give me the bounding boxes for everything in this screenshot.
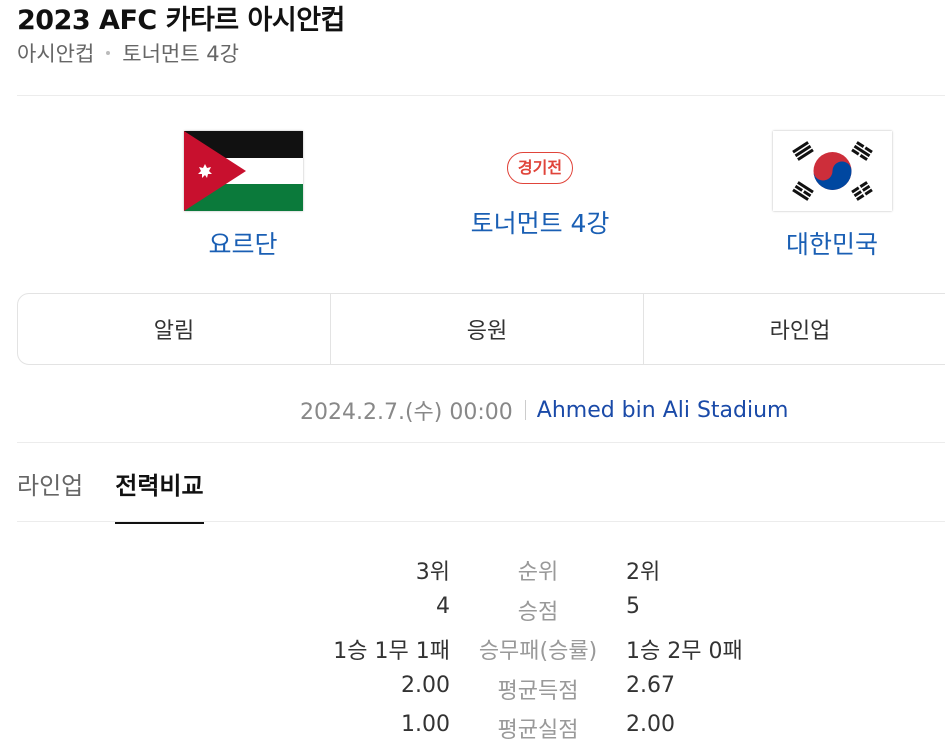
- round-link[interactable]: 토너먼트 4강: [420, 204, 660, 240]
- action-bar: 알림 응원 라인업: [17, 293, 945, 365]
- venue-link[interactable]: Ahmed bin Ali Stadium: [537, 398, 789, 423]
- status-badge: 경기전: [506, 152, 574, 184]
- tab-comparison[interactable]: 전력비교: [115, 466, 204, 524]
- match-center: 경기전 토너먼트 4강: [420, 152, 660, 240]
- away-team[interactable]: 대한민국: [772, 131, 892, 261]
- away-stat-value: 5: [626, 593, 640, 619]
- south-korea-flag-icon: [772, 131, 892, 211]
- stats-table: 3위 순위 2위 4 승점 5 1승 1무 1패 승무패(승률) 1승 2무 0…: [0, 550, 945, 748]
- away-stat-value: 1승 2무 0패: [626, 639, 743, 664]
- away-team-name[interactable]: 대한민국: [772, 225, 892, 261]
- home-stat-value: 4: [436, 593, 450, 619]
- stat-label: 승점: [517, 599, 559, 625]
- home-team[interactable]: 요르단: [183, 131, 303, 261]
- home-stat-value: 2.00: [401, 672, 450, 698]
- home-stat-value: 1승 1무 1패: [333, 639, 450, 664]
- stat-row-avg-goals: 2.00 평균득점 2.67: [0, 669, 945, 709]
- info-divider: [524, 400, 526, 420]
- header-divider: [17, 95, 945, 96]
- stat-label: 평균실점: [497, 718, 579, 743]
- away-stat-value: 2위: [626, 560, 661, 585]
- page-title: 2023 AFC 카타르 아시안컵: [17, 5, 345, 36]
- info-divider-line: [17, 442, 945, 443]
- stat-row-points: 4 승점 5: [0, 590, 945, 630]
- breadcrumb-competition[interactable]: 아시안컵: [17, 38, 94, 68]
- stat-label: 순위: [517, 560, 559, 585]
- alarm-button[interactable]: 알림: [18, 294, 330, 364]
- breadcrumb: 아시안컵 토너먼트 4강: [17, 38, 239, 68]
- home-team-name[interactable]: 요르단: [183, 225, 303, 261]
- tab-divider: [17, 521, 945, 522]
- stat-row-record: 1승 1무 1패 승무패(승률) 1승 2무 0패: [0, 629, 945, 669]
- stat-label: 평균득점: [497, 678, 579, 704]
- stat-label: 승무패(승률): [478, 639, 598, 664]
- stat-row-rank: 3위 순위 2위: [0, 550, 945, 590]
- match-datetime: 2024.2.7.(수) 00:00: [300, 400, 513, 425]
- away-stat-value: 2.67: [626, 672, 675, 698]
- tab-bar: 라인업 전력비교: [17, 466, 236, 524]
- home-stat-value: 1.00: [401, 712, 450, 737]
- match-info: 2024.2.7.(수) 00:00 Ahmed bin Ali Stadium: [300, 394, 789, 426]
- home-stat-value: 3위: [415, 560, 450, 585]
- breadcrumb-separator: [106, 51, 111, 55]
- breadcrumb-round[interactable]: 토너먼트 4강: [122, 38, 239, 68]
- tab-lineup[interactable]: 라인업: [17, 466, 83, 524]
- stat-row-avg-conceded: 1.00 평균실점 2.00: [0, 708, 945, 748]
- away-stat-value: 2.00: [626, 712, 675, 737]
- cheer-button[interactable]: 응원: [330, 294, 643, 364]
- lineup-button[interactable]: 라인업: [643, 294, 945, 364]
- jordan-flag-icon: [183, 131, 303, 211]
